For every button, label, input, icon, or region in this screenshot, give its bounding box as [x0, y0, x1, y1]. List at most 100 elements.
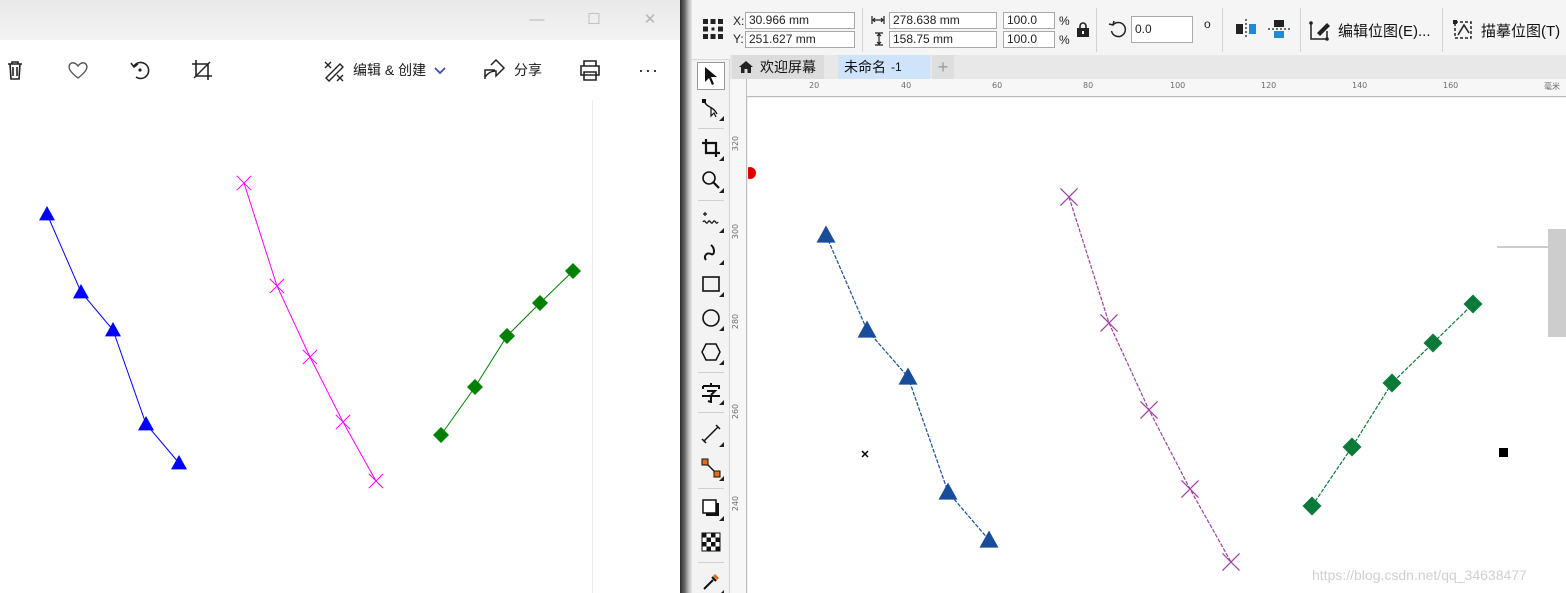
magnifier-icon	[702, 171, 720, 189]
maximize-button[interactable]: ☐	[582, 8, 606, 32]
series-3-line	[440, 270, 574, 436]
more-button[interactable]: ···	[638, 56, 659, 84]
checkerboard-icon	[701, 532, 721, 552]
rotate-icon	[130, 61, 150, 80]
trash-icon	[8, 61, 22, 80]
chevron-down-icon	[434, 67, 446, 75]
ruler-tick-label: 100	[1170, 81, 1186, 90]
add-tab-button[interactable]: +	[932, 55, 954, 79]
zoom-tool[interactable]	[697, 166, 725, 194]
edit-create-label: 编辑 & 创建	[353, 62, 427, 78]
print-button[interactable]	[578, 56, 602, 84]
connector-tool[interactable]	[697, 454, 725, 482]
mirror-vertical-icon[interactable]	[1267, 18, 1291, 40]
eyedropper-tool[interactable]	[697, 568, 725, 593]
delete-button[interactable]	[6, 56, 24, 84]
shape-node-icon	[702, 99, 718, 118]
ruler-tick-label: 240	[731, 495, 741, 512]
toolbox	[692, 60, 730, 593]
separator	[1300, 8, 1301, 52]
height-field[interactable]: 158.75 mm	[889, 31, 997, 48]
crop-button[interactable]	[190, 56, 214, 84]
page-edge-marker	[748, 167, 756, 179]
series-2-line	[243, 182, 377, 482]
drop-shadow-tool[interactable]	[697, 494, 725, 522]
brush-stroke-icon	[703, 244, 715, 261]
separator	[698, 200, 724, 201]
rotate-button[interactable]	[128, 56, 152, 84]
rectangle-tool[interactable]	[697, 270, 725, 298]
minimize-button[interactable]: —	[525, 8, 549, 32]
add-tab-label: +	[937, 56, 949, 77]
x-marker	[269, 278, 285, 294]
separator	[1222, 8, 1223, 52]
vertical-ruler[interactable]: 320 300 280 260 240	[730, 79, 747, 593]
tab-welcome-screen[interactable]: 欢迎屏幕	[732, 55, 824, 79]
tab-untitled-document[interactable]: 未命名 -1	[838, 55, 930, 79]
ellipse-tool[interactable]	[697, 304, 725, 332]
edit-create-button[interactable]: 编辑 & 创建	[322, 56, 446, 84]
series-1-line	[46, 213, 180, 464]
height-icon	[875, 32, 883, 46]
triangle-marker	[39, 206, 55, 221]
triangle-marker	[73, 284, 89, 299]
crop-icon	[702, 139, 720, 157]
degree-label: o	[1204, 17, 1211, 31]
ruler-tick-label: 160	[1443, 81, 1459, 90]
window-gap	[680, 0, 692, 593]
viewer-divider	[592, 100, 593, 593]
mirror-horizontal-icon[interactable]	[1234, 18, 1258, 40]
pick-tool[interactable]	[697, 62, 725, 90]
screen: — ☐ ✕ 编辑 & 创建 分享 ··· X: Y: 30.966 mm 251…	[0, 0, 1566, 593]
width-field[interactable]: 278.638 mm	[889, 12, 997, 29]
more-label: ···	[638, 59, 659, 80]
rotation-field[interactable]: 0.0	[1131, 16, 1193, 43]
object-center-marker[interactable]	[861, 450, 869, 458]
share-button[interactable]: 分享	[482, 56, 542, 84]
ruler-tick-label: 140	[1352, 81, 1368, 90]
freehand-tool[interactable]	[697, 206, 725, 234]
x-marker	[368, 473, 384, 489]
home-icon	[739, 61, 753, 73]
watermark-text: https://blog.csdn.net/qq_34638477	[1312, 567, 1527, 583]
series-3-line	[1311, 303, 1474, 507]
viewer-titlebar: — ☐ ✕	[0, 0, 680, 40]
close-button[interactable]: ✕	[638, 8, 662, 32]
y-position-field[interactable]: 251.627 mm	[745, 31, 855, 48]
ruler-tick-label: 300	[731, 223, 741, 240]
favorite-button[interactable]	[66, 56, 90, 84]
text-tool[interactable]	[697, 378, 725, 406]
ruler-tick-label: 60	[992, 81, 1003, 90]
ruler-tick-label: 260	[731, 403, 741, 420]
freehand-icon	[702, 212, 719, 224]
printer-icon	[580, 60, 600, 81]
dimension-icon	[701, 424, 721, 444]
shape-tool[interactable]	[697, 94, 725, 122]
triangle-marker	[857, 320, 877, 338]
polygon-tool[interactable]	[697, 338, 725, 366]
tab-welcome-label: 欢迎屏幕	[760, 59, 816, 75]
transparency-tool[interactable]	[697, 528, 725, 556]
viewer-image	[39, 175, 581, 489]
edit-bitmap-button[interactable]: 编辑位图(E)...	[1309, 19, 1431, 41]
vertical-scrollbar-thumb[interactable]	[1548, 229, 1566, 337]
heart-icon	[68, 62, 88, 79]
x-marker	[236, 175, 252, 191]
scale-height-field[interactable]: 100.0	[1003, 31, 1055, 48]
x-marker	[1181, 480, 1199, 498]
selection-handle[interactable]	[1499, 448, 1508, 457]
dimension-tool[interactable]	[697, 420, 725, 448]
drawing-canvas[interactable]	[748, 98, 1566, 593]
crop-tool[interactable]	[697, 134, 725, 162]
horizontal-ruler[interactable]: 20 40 60 80 100 120 140 160 毫米	[747, 79, 1566, 97]
trace-bitmap-button[interactable]: 描摹位图(T)	[1452, 19, 1560, 41]
lock-ratio-icon[interactable]	[1076, 22, 1090, 38]
pointer-arrow-icon	[705, 67, 717, 85]
artistic-media-tool[interactable]	[697, 238, 725, 266]
viewer-plot	[39, 175, 581, 489]
scale-width-field[interactable]: 100.0	[1003, 12, 1055, 29]
object-origin-icon[interactable]	[702, 18, 724, 40]
x-position-field[interactable]: 30.966 mm	[745, 12, 855, 29]
x-marker	[302, 349, 318, 365]
diamond-marker	[433, 427, 449, 443]
